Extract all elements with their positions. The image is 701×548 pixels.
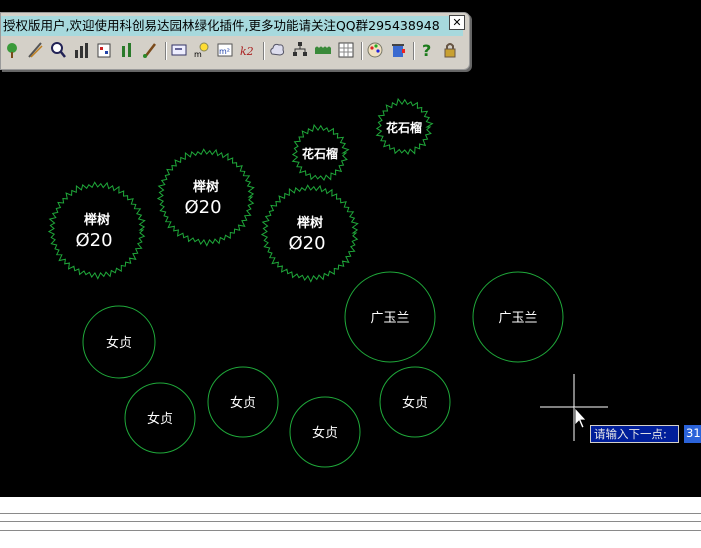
plant-size-label: Ø20 — [75, 230, 112, 251]
plant-name-label: 花石榴 — [302, 146, 338, 161]
toolbar-separator — [413, 42, 415, 60]
svg-text:m²: m² — [219, 47, 230, 56]
hedge-row-icon — [315, 46, 331, 54]
bar-chart-icon — [75, 43, 88, 58]
command-line-divider — [0, 530, 701, 531]
tree-row-button[interactable] — [118, 40, 136, 60]
brush-icon — [143, 43, 156, 58]
command-line-area[interactable] — [0, 497, 701, 548]
hierarchy-icon — [293, 42, 307, 56]
command-input-box[interactable]: 31 — [684, 425, 701, 443]
cloud-shape-button[interactable] — [268, 40, 286, 60]
rectangle-icon — [171, 44, 187, 56]
plant-name-label: 榉树 — [297, 215, 323, 231]
plant-name-label: 女贞 — [402, 395, 428, 411]
toolbar-separator — [361, 42, 363, 60]
grid-count-icon — [338, 42, 354, 58]
plant-name-label: 女贞 — [312, 425, 338, 441]
hierarchy-button[interactable] — [291, 40, 309, 60]
bar-chart-button[interactable] — [72, 40, 90, 60]
help-button[interactable]: ? — [418, 40, 436, 60]
bulb-area-icon: m — [194, 42, 209, 59]
plant-name-label: 女贞 — [230, 395, 256, 411]
paint-bucket-button[interactable] — [389, 40, 407, 60]
drawing-canvas[interactable]: 榉树Ø20榉树Ø20榉树Ø20花石榴花石榴广玉兰 广玉兰女贞女贞女贞女贞女贞 — [0, 0, 701, 497]
toolbar-title-text: 授权版用户,欢迎使用科创易达园林绿化插件,更多功能请关注QQ群295438948 — [3, 18, 440, 33]
plant-name-label: 花石榴 — [386, 120, 422, 135]
formula-icon: k2 — [240, 45, 254, 58]
toolbar-separator — [263, 42, 265, 60]
plugin-toolbar-window[interactable]: 授权版用户,欢迎使用科创易达园林绿化插件,更多功能请关注QQ群295438948… — [0, 12, 470, 70]
stats-table-icon — [97, 43, 111, 58]
cloud-shape-icon — [270, 43, 285, 56]
command-prompt-text: 请输入下一点: — [594, 427, 667, 441]
tree-planting-button[interactable] — [3, 40, 21, 60]
plant-name-label: 榉树 — [193, 179, 219, 195]
command-prompt-tooltip: 请输入下一点: — [590, 425, 679, 443]
toolbar-separator — [165, 42, 167, 60]
plant-name-label: 广玉兰 — [498, 311, 537, 326]
svg-text:m: m — [194, 50, 202, 59]
tree-planting-icon — [7, 43, 17, 58]
search-zoom-button[interactable] — [49, 40, 67, 60]
tool-icon-row: m m² k2? — [3, 40, 465, 64]
command-line-divider — [0, 513, 701, 514]
pen-line-button[interactable] — [26, 40, 44, 60]
command-input-value: 31 — [686, 426, 701, 440]
tree-row-icon — [122, 43, 131, 57]
close-button[interactable]: ✕ — [449, 15, 465, 30]
plant-size-label: Ø20 — [288, 233, 325, 254]
search-zoom-icon — [51, 42, 66, 58]
lock-button[interactable] — [441, 40, 459, 60]
lock-icon — [444, 43, 456, 58]
command-line-divider — [0, 521, 701, 522]
svg-text:k2: k2 — [240, 45, 254, 58]
close-icon: ✕ — [452, 16, 462, 29]
svg-text:?: ? — [422, 41, 431, 60]
plant-size-label: Ø20 — [184, 197, 221, 218]
grid-count-button[interactable] — [337, 40, 355, 60]
pen-line-icon — [28, 42, 43, 58]
palette-button[interactable] — [366, 40, 384, 60]
plant-name-label: 女贞 — [147, 411, 173, 427]
palette-icon — [367, 42, 383, 58]
help-icon: ? — [422, 41, 431, 60]
area-m2-icon: m² — [217, 43, 233, 57]
bulb-area-button[interactable]: m — [193, 40, 211, 60]
rectangle-button[interactable] — [170, 40, 188, 60]
formula-button[interactable]: k2 — [239, 40, 257, 60]
area-m2-button[interactable]: m² — [216, 40, 234, 60]
paint-bucket-icon — [392, 44, 405, 57]
plant-name-label: 女贞 — [106, 335, 132, 351]
stats-table-button[interactable] — [95, 40, 113, 60]
hedge-row-button[interactable] — [314, 40, 332, 60]
brush-button[interactable] — [141, 40, 159, 60]
toolbar-title-bar[interactable]: 授权版用户,欢迎使用科创易达园林绿化插件,更多功能请关注QQ群295438948 — [1, 16, 463, 36]
plant-name-label: 广玉兰 — [370, 311, 409, 326]
plant-name-label: 榉树 — [84, 212, 110, 228]
